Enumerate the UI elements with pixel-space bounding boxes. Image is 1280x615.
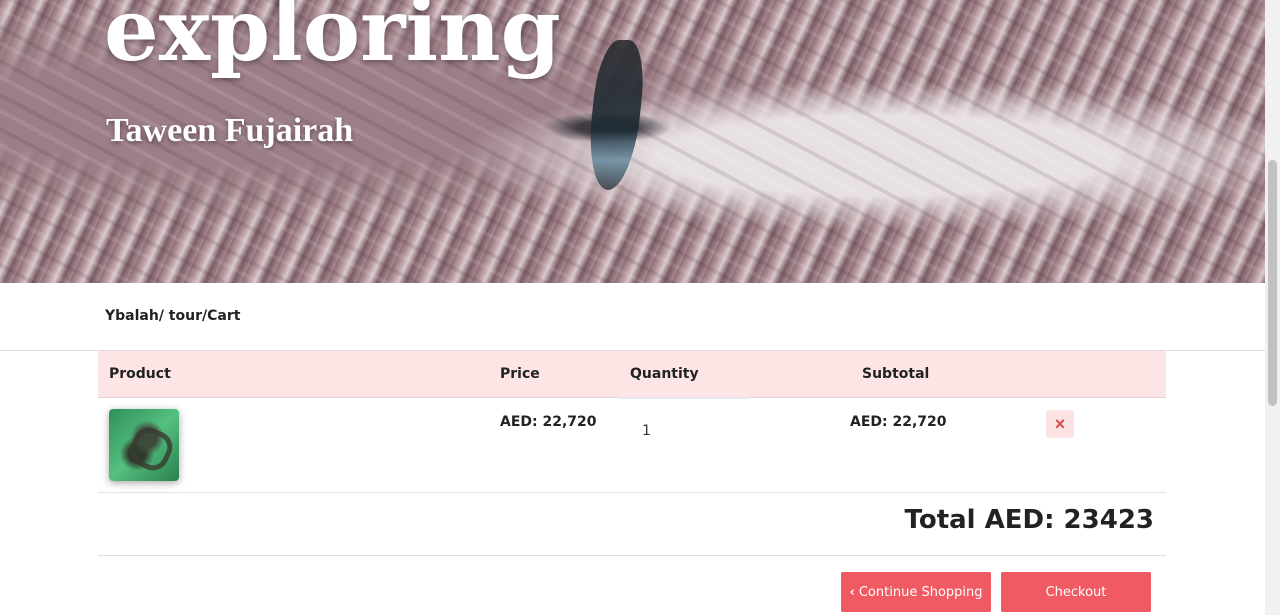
row-subtotal: AED: 22,720 bbox=[850, 414, 947, 430]
hero-title: exploring bbox=[104, 0, 561, 81]
breadcrumb: Ybalah/ tour/Cart bbox=[105, 308, 241, 324]
chevron-left-icon: ‹ bbox=[849, 584, 855, 600]
cart-page: exploring Taween Fujairah Ybalah/ tour/C… bbox=[0, 0, 1280, 615]
header-subtotal: Subtotal bbox=[862, 366, 930, 382]
scrollbar-thumb[interactable] bbox=[1268, 160, 1277, 406]
hero-banner: exploring Taween Fujairah bbox=[0, 0, 1265, 283]
continue-shopping-button[interactable]: ‹ Continue Shopping bbox=[841, 572, 991, 612]
continue-shopping-label: Continue Shopping bbox=[858, 584, 983, 600]
total-divider bbox=[98, 555, 1166, 556]
product-thumbnail[interactable] bbox=[109, 409, 179, 481]
row-quantity[interactable]: 1 bbox=[642, 423, 651, 439]
row-price: AED: 22,720 bbox=[500, 414, 597, 430]
close-icon: × bbox=[1054, 414, 1066, 434]
page-scrollbar[interactable] bbox=[1265, 0, 1280, 615]
header-price: Price bbox=[500, 366, 540, 382]
header-product: Product bbox=[109, 366, 171, 382]
cart-total: Total AED: 23423 bbox=[904, 505, 1154, 535]
checkout-button[interactable]: Checkout bbox=[1001, 572, 1151, 612]
header-quantity: Quantity bbox=[630, 366, 699, 382]
table-row: AED: 22,720 1 AED: 22,720 × bbox=[98, 398, 1166, 493]
remove-item-button[interactable]: × bbox=[1046, 410, 1074, 438]
hero-subtitle: Taween Fujairah bbox=[106, 112, 354, 149]
cart-table-header: Product Price Quantity Subtotal bbox=[98, 351, 1166, 398]
checkout-label: Checkout bbox=[1045, 584, 1107, 600]
